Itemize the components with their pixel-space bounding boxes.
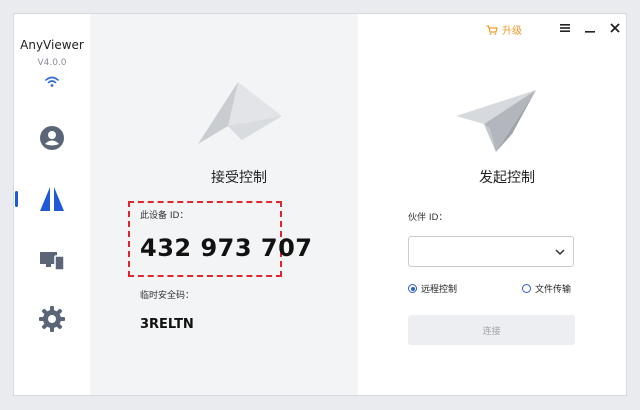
wifi-icon	[45, 76, 59, 87]
file-transfer-option[interactable]: 文件传输	[522, 282, 571, 295]
device-id-label: 此设备 ID：	[140, 211, 189, 221]
devices-icon[interactable]	[37, 245, 67, 275]
main-content: 升级 接受控制 发起控制 此设备 ID： 432 973 707 临时安全码： …	[90, 14, 626, 395]
device-id-value: 432 973 707	[140, 234, 313, 262]
radio-unselected[interactable]	[522, 284, 531, 293]
remote-control-icon[interactable]	[37, 184, 67, 214]
chevron-down-icon	[555, 249, 565, 256]
sidebar: AnyViewer V4.0.0	[14, 14, 90, 395]
app-name: AnyViewer	[20, 38, 84, 52]
remote-control-label: 远程控制	[421, 285, 458, 295]
menu-icon[interactable]	[558, 21, 572, 35]
remote-control-option[interactable]: 远程控制	[408, 282, 457, 295]
initiate-control-heading: 发起控制	[479, 170, 535, 186]
file-transfer-label: 文件传输	[535, 285, 572, 295]
app-version: V4.0.0	[37, 58, 67, 68]
settings-icon[interactable]	[37, 304, 67, 334]
minimize-icon[interactable]	[583, 21, 597, 35]
app-window: AnyViewer V4.0.0 升级 接受控制 发起控制 此设备 ID： 43…	[14, 14, 626, 395]
close-icon[interactable]	[608, 21, 622, 35]
partner-id-dropdown[interactable]	[408, 236, 574, 267]
partner-id-label: 伙伴 ID：	[408, 213, 448, 223]
connect-button[interactable]: 连接	[408, 315, 575, 345]
receive-plane-illustration	[198, 82, 282, 144]
user-icon[interactable]	[37, 123, 67, 153]
initiate-plane-illustration	[456, 90, 536, 152]
receive-control-heading: 接受控制	[211, 170, 267, 186]
upgrade-label: 升级	[502, 26, 522, 37]
temp-code-value: 3RELTN	[140, 317, 194, 332]
titlebar: 升级	[456, 14, 626, 44]
cart-icon	[486, 24, 498, 35]
active-nav-indicator	[15, 191, 18, 207]
radio-selected[interactable]	[408, 284, 417, 293]
upgrade-button[interactable]: 升级	[486, 22, 522, 37]
temp-code-label: 临时安全码：	[140, 291, 195, 301]
